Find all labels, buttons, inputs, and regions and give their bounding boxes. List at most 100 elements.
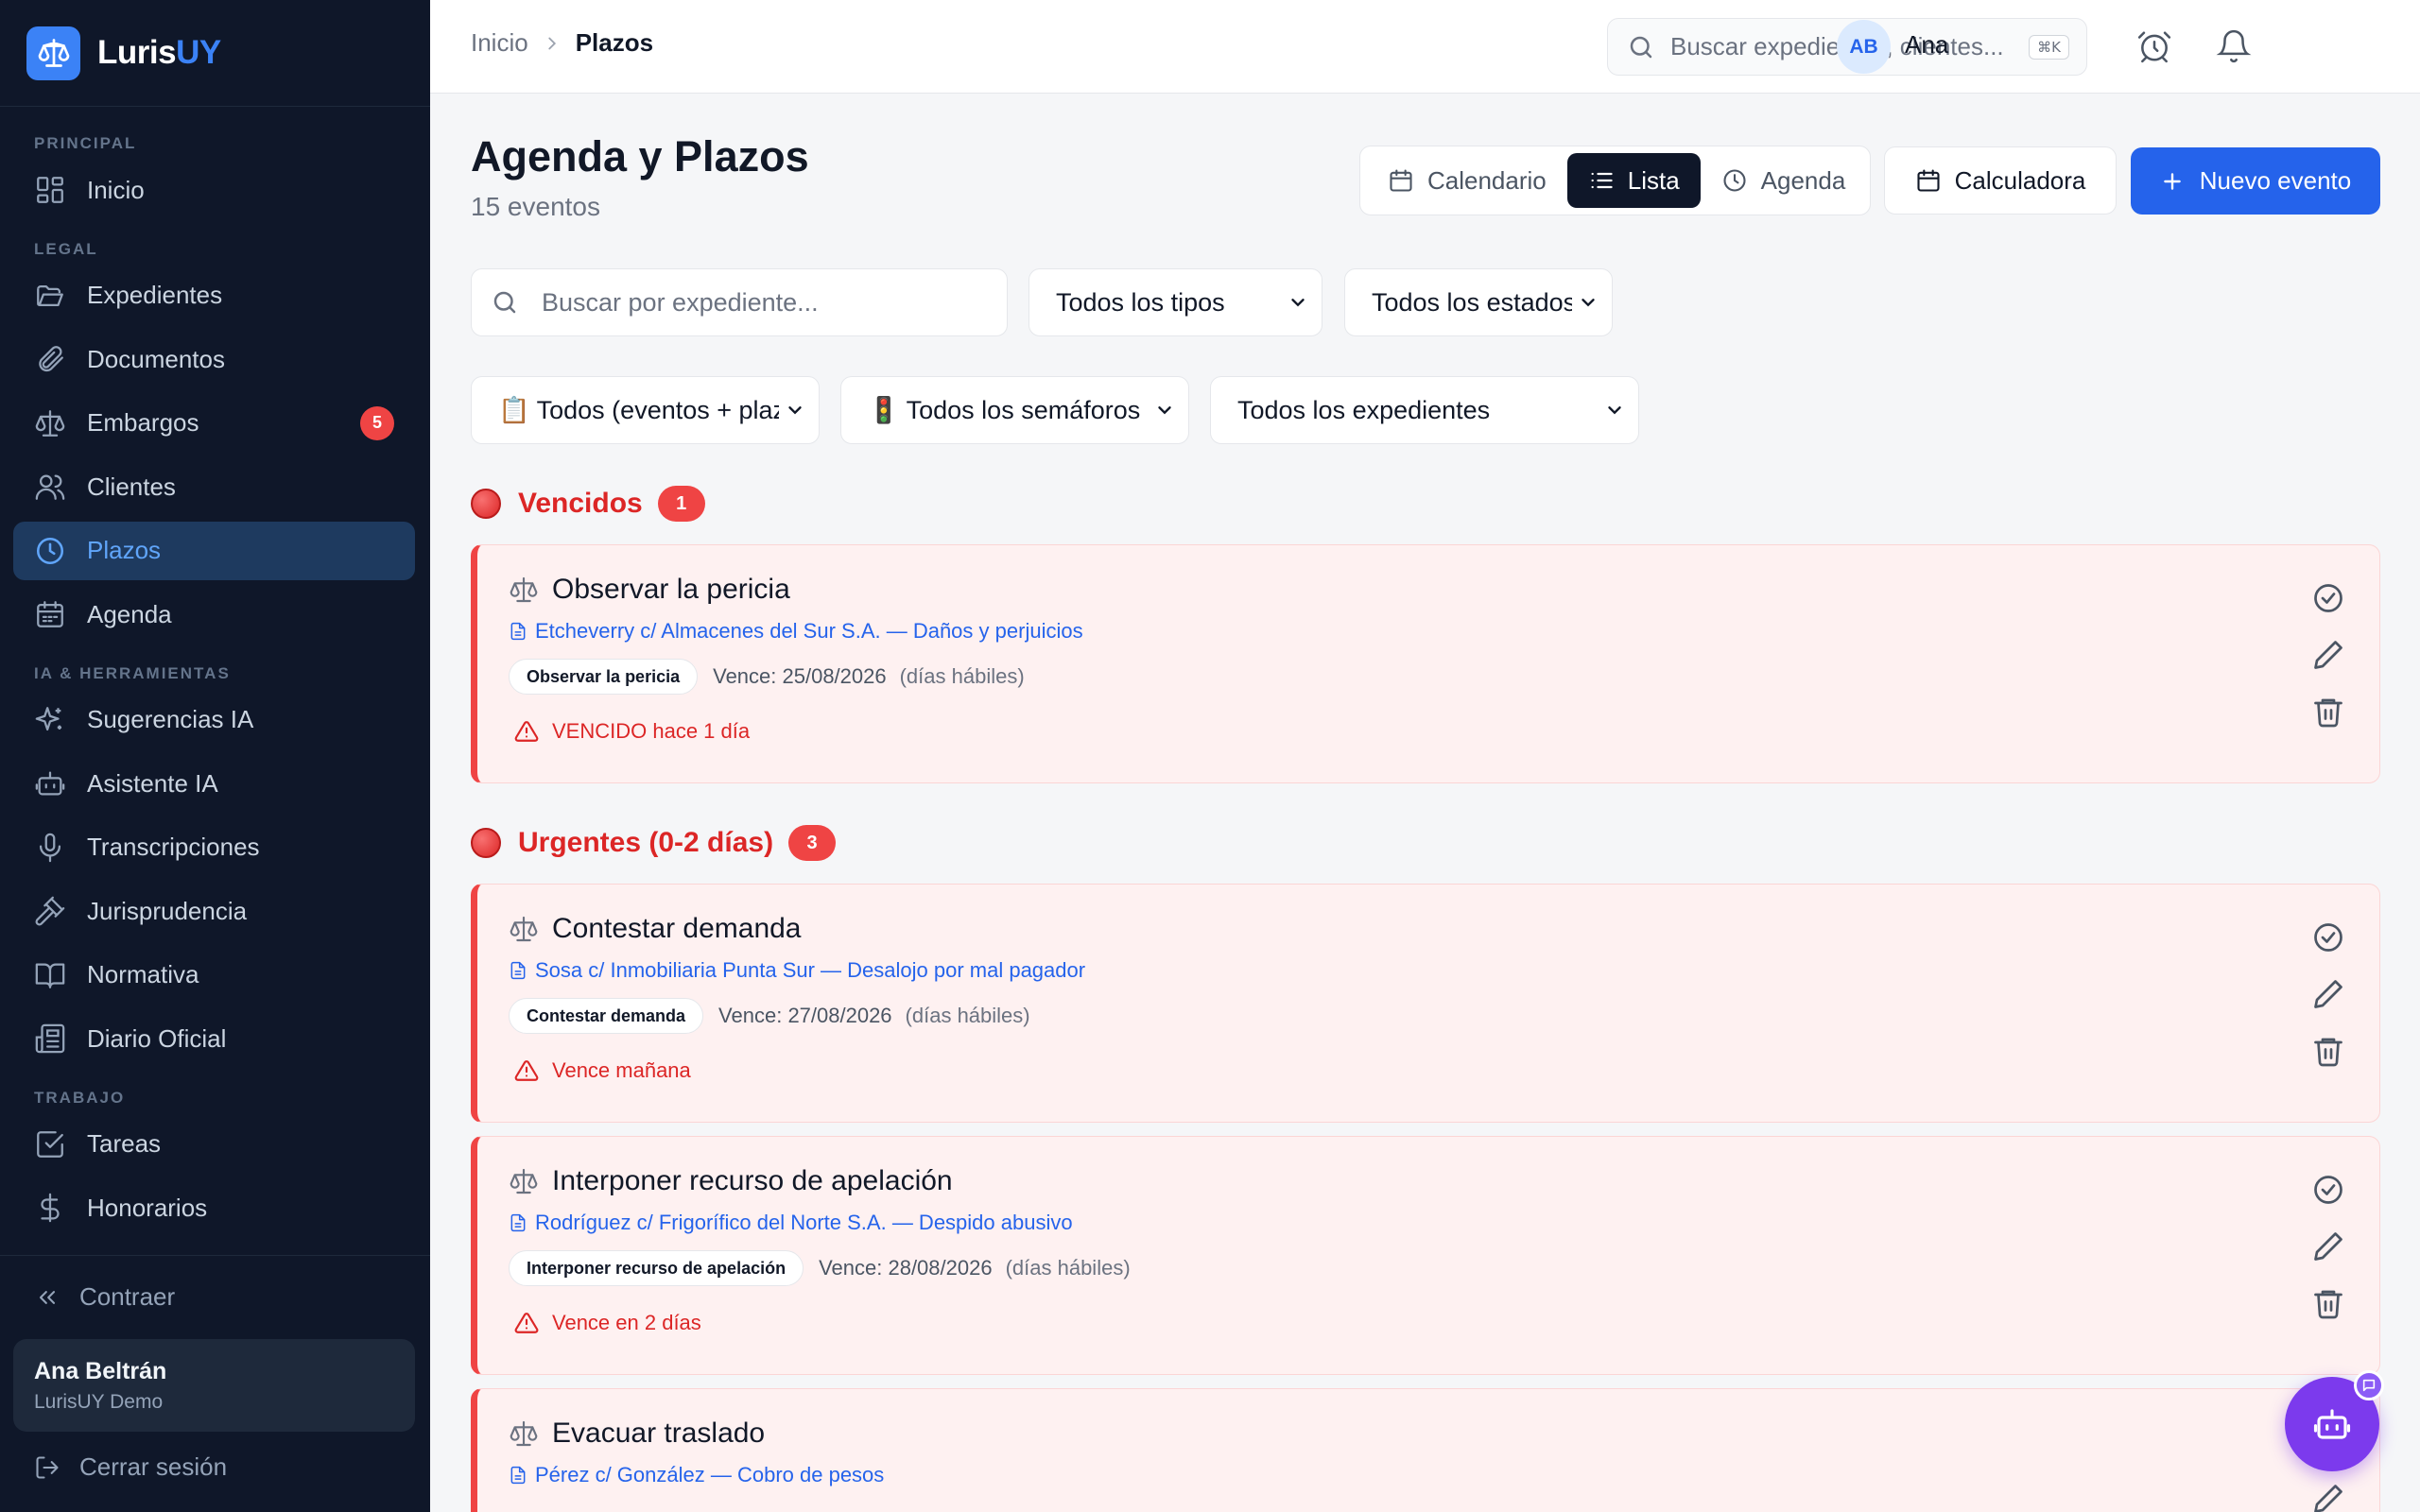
folder-open-icon — [37, 284, 63, 306]
search-icon — [493, 291, 516, 314]
sidebar-item-label: Documentos — [87, 344, 225, 373]
event-card[interactable]: Interponer recurso de apelación Rodrígue… — [471, 1136, 2380, 1375]
event-card[interactable]: Observar la pericia Etcheverry c/ Almace… — [471, 544, 2380, 783]
view-calendario-label: Calendario — [1427, 165, 1547, 195]
status-select[interactable]: Todos los estados — [1344, 268, 1613, 336]
status-select-value: Todos los estados — [1372, 287, 1572, 317]
scope-select-value: 📋 Todos (eventos + plazos) — [498, 396, 779, 424]
view-agenda-button[interactable]: Agenda — [1701, 153, 1867, 208]
type-select[interactable]: Todos los tipos — [1028, 268, 1322, 336]
clock-icon — [36, 537, 64, 564]
logout-button[interactable]: Cerrar sesión — [34, 1452, 227, 1482]
search-shortcut: ⌘K — [2029, 34, 2069, 60]
event-case-label: Etcheverry c/ Almacenes del Sur S.A. — D… — [535, 619, 1083, 643]
sidebar-item-honorarios[interactable]: Honorarios — [13, 1178, 415, 1237]
event-card[interactable]: Evacuar traslado Pérez c/ González — Cob… — [471, 1388, 2380, 1512]
brand-name: LurisUY — [97, 34, 221, 71]
view-calendario-button[interactable]: Calendario — [1367, 153, 1567, 208]
calculator-label: Calculadora — [1954, 165, 2086, 195]
event-case-label: Sosa c/ Inmobiliaria Punta Sur — Desaloj… — [535, 958, 1086, 982]
brand[interactable]: LurisUY — [26, 26, 221, 80]
sidebar-item-jurisprudencia[interactable]: Jurisprudencia — [13, 882, 415, 940]
breadcrumb-current: Plazos — [575, 28, 654, 57]
semaphore-select[interactable]: 🚦 Todos los semáforos — [840, 376, 1189, 444]
collapse-sidebar-button[interactable]: Contraer — [34, 1282, 175, 1312]
sparkles-icon — [35, 706, 62, 730]
event-case-label: Pérez c/ González — Cobro de pesos — [535, 1463, 885, 1486]
sidebar-item-diario-oficial[interactable]: Diario Oficial — [13, 1009, 415, 1068]
event-actions — [2311, 920, 2345, 1091]
sidebar-item-tareas[interactable]: Tareas — [13, 1115, 415, 1174]
pencil-icon[interactable] — [2311, 977, 2345, 1011]
check-circle-icon[interactable] — [2311, 920, 2345, 954]
case-select-value: Todos los expedientes — [1237, 395, 1491, 424]
clock-icon — [1723, 169, 1746, 192]
sidebar-item-clientes[interactable]: Clientes — [13, 457, 415, 516]
sidebar-item-label: Plazos — [87, 536, 162, 564]
scale-icon — [510, 1168, 538, 1194]
trash-icon[interactable] — [2311, 1286, 2345, 1320]
gavel-icon — [35, 896, 65, 926]
sidebar-item-inicio[interactable]: Inicio — [13, 161, 415, 219]
new-event-label: Nuevo evento — [2199, 166, 2352, 195]
scope-select[interactable]: 📋 Todos (eventos + plazos) — [471, 376, 820, 444]
pencil-icon[interactable] — [2311, 1229, 2345, 1263]
new-event-button[interactable]: Nuevo evento — [2131, 147, 2380, 215]
sidebar-divider — [0, 106, 430, 107]
sidebar-item-sugerencias[interactable]: Sugerencias IA — [13, 691, 415, 749]
sidebar-item-transcripciones[interactable]: Transcripciones — [13, 818, 415, 877]
bell-icon[interactable] — [2216, 28, 2252, 64]
event-case-link[interactable]: Pérez c/ González — Cobro de pesos — [509, 1463, 884, 1487]
trash-icon[interactable] — [2311, 695, 2345, 729]
calendar-icon — [1390, 169, 1412, 192]
case-select[interactable]: Todos los expedientes — [1210, 376, 1639, 444]
scale-logo-icon — [26, 26, 80, 80]
sidebar-item-normativa[interactable]: Normativa — [13, 946, 415, 1005]
breadcrumb: Inicio Plazos — [471, 28, 653, 58]
avatar[interactable]: AB — [1837, 20, 1891, 74]
sidebar-item-documentos[interactable]: Documentos — [13, 330, 415, 388]
event-type-tag: Observar la pericia — [509, 659, 699, 695]
check-circle-icon[interactable] — [2311, 581, 2345, 615]
event-case-link[interactable]: Etcheverry c/ Almacenes del Sur S.A. — D… — [509, 619, 1083, 644]
event-alert: Vence mañana — [514, 1058, 691, 1083]
collapse-label: Contraer — [79, 1282, 176, 1311]
pencil-icon[interactable] — [2311, 1482, 2345, 1512]
sidebar-item-label: Expedientes — [87, 281, 223, 309]
checkbox-icon — [37, 1130, 63, 1158]
page-title: Agenda y Plazos — [471, 132, 809, 180]
sidebar-item-label: Sugerencias IA — [87, 705, 254, 733]
check-circle-icon[interactable] — [2311, 1173, 2345, 1207]
grid-icon — [37, 177, 63, 203]
scale-icon — [510, 1420, 538, 1447]
sidebar-item-expedientes[interactable]: Expedientes — [13, 266, 415, 325]
warning-triangle-icon — [514, 721, 539, 742]
sidebar-item-plazos[interactable]: Plazos — [13, 521, 415, 580]
sidebar-item-asistente[interactable]: Asistente IA — [13, 754, 415, 813]
event-card[interactable]: Contestar demanda Sosa c/ Inmobiliaria P… — [471, 884, 2380, 1123]
event-case-link[interactable]: Rodríguez c/ Frigorífico del Norte S.A. … — [509, 1211, 1073, 1235]
view-lista-button[interactable]: Lista — [1566, 153, 1701, 208]
alarm-clock-icon[interactable] — [2136, 28, 2172, 64]
chat-badge — [2354, 1370, 2384, 1400]
event-type-tag: Contestar demanda — [509, 998, 704, 1034]
trash-icon[interactable] — [2311, 1034, 2345, 1068]
sidebar-item-agenda[interactable]: Agenda — [13, 585, 415, 644]
breadcrumb-home[interactable]: Inicio — [471, 28, 528, 58]
event-alert-text: VENCIDO hace 1 día — [552, 719, 751, 743]
view-toggle: Calendario Lista Agenda — [1359, 146, 1871, 215]
topbar-user-name[interactable]: Ana — [1905, 30, 1948, 60]
event-actions — [2311, 1482, 2345, 1512]
event-case-label: Rodríguez c/ Frigorífico del Norte S.A. … — [535, 1211, 1073, 1234]
user-card[interactable]: Ana Beltrán LurisUY Demo — [13, 1339, 415, 1432]
sidebar-item-embargos[interactable]: Embargos 5 — [13, 394, 415, 453]
sidebar-item-label: Diario Oficial — [87, 1023, 227, 1053]
case-search-input[interactable]: Buscar por expediente... — [471, 268, 1008, 336]
calculator-button[interactable]: Calculadora — [1884, 146, 2117, 215]
pencil-icon[interactable] — [2311, 638, 2345, 672]
paperclip-icon — [39, 346, 63, 372]
event-case-link[interactable]: Sosa c/ Inmobiliaria Punta Sur — Desaloj… — [509, 958, 1085, 983]
message-icon — [2362, 1379, 2376, 1392]
case-search-placeholder: Buscar por expediente... — [542, 287, 819, 317]
event-day-type: (días hábiles) — [899, 664, 1025, 688]
